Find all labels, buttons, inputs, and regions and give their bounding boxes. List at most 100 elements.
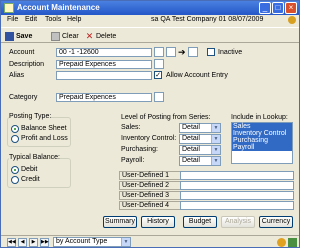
save-icon: [5, 31, 14, 41]
user-defined-3-row: User-Defined 3: [119, 191, 294, 200]
sales-posting-select[interactable]: Detail ▼: [179, 123, 221, 133]
window-title: Account Maintenance: [17, 3, 100, 12]
delete-label: Delete: [96, 32, 117, 40]
payroll-posting-label: Payroll:: [121, 157, 145, 164]
user-defined-2-row: User-Defined 2: [119, 181, 294, 190]
delete-icon: ✕: [85, 30, 94, 41]
inventory-posting-label: Inventory Control:: [121, 135, 177, 142]
user-defined-1-label: User-Defined 1: [122, 172, 170, 179]
user-defined-1-row: User-Defined 1: [119, 171, 294, 180]
lookup-listbox[interactable]: Sales Inventory Control Purchasing Payro…: [231, 122, 293, 164]
minimize-button[interactable]: _: [259, 2, 271, 14]
inactive-label: Inactive: [218, 49, 243, 56]
lookup-item-purchasing[interactable]: Purchasing: [232, 137, 292, 144]
inventory-posting-value: Detail: [182, 135, 200, 142]
balance-sheet-radio[interactable]: [11, 125, 19, 133]
purchasing-posting-label: Purchasing:: [121, 146, 158, 153]
budget-button[interactable]: Budget: [183, 216, 217, 228]
sort-select[interactable]: by Account Type ▼: [53, 237, 131, 247]
first-record-icon[interactable]: ◀◀: [7, 238, 16, 247]
chevron-down-icon: ▼: [121, 238, 130, 246]
profit-loss-radio[interactable]: [11, 135, 19, 143]
company-info: sa QA Test Company 01 08/07/2009: [151, 16, 264, 23]
description-label: Description: [9, 61, 45, 68]
allow-entry-label: Allow Account Entry: [166, 72, 228, 79]
user-defined-1-field[interactable]: [180, 171, 294, 180]
next-record-icon[interactable]: ▶: [29, 238, 38, 247]
help-status-icon[interactable]: [277, 238, 286, 247]
last-record-icon[interactable]: ▶▶: [40, 238, 49, 247]
menu-tools[interactable]: Tools: [45, 16, 61, 23]
menu-edit[interactable]: Edit: [25, 16, 37, 23]
user-defined-4-field[interactable]: [180, 201, 294, 210]
balance-sheet-label: Balance Sheet: [21, 125, 67, 132]
account-expand-icon[interactable]: [188, 47, 198, 57]
posting-type-title: Posting Type:: [9, 113, 52, 120]
purchasing-posting-value: Detail: [182, 146, 200, 153]
account-lookup-icon[interactable]: [154, 47, 164, 57]
debit-label: Debit: [21, 166, 38, 173]
sales-posting-label: Sales:: [121, 124, 141, 131]
payroll-posting-select[interactable]: Detail ▼: [179, 156, 221, 166]
menu-file[interactable]: File: [7, 16, 18, 23]
help-icon[interactable]: [288, 16, 296, 24]
note-status-icon[interactable]: [288, 238, 297, 247]
lookup-item-inventory[interactable]: Inventory Control: [232, 130, 292, 137]
debit-radio[interactable]: [11, 166, 19, 174]
purchasing-posting-select[interactable]: Detail ▼: [179, 145, 221, 155]
user-defined-2-label: User-Defined 2: [122, 182, 170, 189]
previous-record-icon[interactable]: ◀: [18, 238, 27, 247]
alias-field[interactable]: [56, 71, 152, 80]
clear-button[interactable]: Clear: [51, 30, 79, 42]
sort-value: by Account Type: [56, 238, 108, 245]
app-icon: [4, 3, 14, 13]
menu-bar: File Edit Tools Help sa QA Test Company …: [1, 15, 299, 27]
description-field[interactable]: Prepaid Expences: [56, 60, 152, 69]
toolbar: Save Clear ✕ Delete: [1, 27, 299, 43]
user-defined-3-field[interactable]: [180, 191, 294, 200]
lookup-title: Include in Lookup:: [231, 114, 288, 121]
chevron-down-icon: ▼: [211, 135, 220, 143]
user-defined-3-label: User-Defined 3: [122, 192, 170, 199]
chevron-down-icon: ▼: [211, 157, 220, 165]
lookup-item-sales[interactable]: Sales: [232, 123, 292, 130]
chevron-down-icon: ▼: [211, 146, 220, 154]
allow-entry-checkbox[interactable]: ✓: [154, 71, 162, 79]
credit-radio[interactable]: [11, 176, 19, 184]
user-defined-4-row: User-Defined 4: [119, 201, 294, 210]
payroll-posting-value: Detail: [182, 157, 200, 164]
maximize-button[interactable]: □: [272, 2, 284, 14]
menu-help[interactable]: Help: [67, 16, 81, 23]
category-field[interactable]: Prepaid Expences: [56, 93, 152, 102]
description-note-icon[interactable]: [154, 59, 164, 69]
account-field[interactable]: 00 -1 -12600: [56, 48, 152, 57]
sales-posting-value: Detail: [182, 124, 200, 131]
level-posting-title: Level of Posting from Series:: [121, 114, 211, 121]
currency-button[interactable]: Currency: [259, 216, 293, 228]
lookup-item-payroll[interactable]: Payroll: [232, 144, 292, 151]
history-button[interactable]: History: [141, 216, 175, 228]
category-lookup-icon[interactable]: [154, 92, 164, 102]
browse-arrow-icon[interactable]: ➔: [178, 47, 188, 57]
close-button[interactable]: ×: [285, 2, 297, 14]
inventory-posting-select[interactable]: Detail ▼: [179, 134, 221, 144]
save-label: Save: [16, 32, 33, 40]
summary-button[interactable]: Summary: [103, 216, 137, 228]
status-bar: ◀◀ ◀ ▶ ▶▶ by Account Type ▼: [1, 235, 299, 248]
clear-label: Clear: [62, 32, 79, 40]
typical-balance-title: Typical Balance:: [9, 154, 60, 161]
title-bar: Account Maintenance _ □ ×: [1, 1, 299, 15]
clear-icon: [51, 31, 60, 41]
alias-label: Alias: [9, 72, 25, 79]
user-defined-2-field[interactable]: [180, 181, 294, 190]
credit-label: Credit: [21, 176, 40, 183]
category-label: Category: [9, 94, 38, 101]
user-defined-4-label: User-Defined 4: [122, 202, 170, 209]
delete-button[interactable]: ✕ Delete: [85, 30, 117, 42]
analysis-button[interactable]: Analysis: [221, 216, 255, 228]
chevron-down-icon: ▼: [211, 124, 220, 132]
save-button[interactable]: Save: [5, 30, 32, 42]
account-maintenance-window: Account Maintenance _ □ × File Edit Tool…: [0, 0, 300, 248]
account-note-icon[interactable]: [166, 47, 176, 57]
inactive-checkbox[interactable]: [207, 48, 215, 56]
